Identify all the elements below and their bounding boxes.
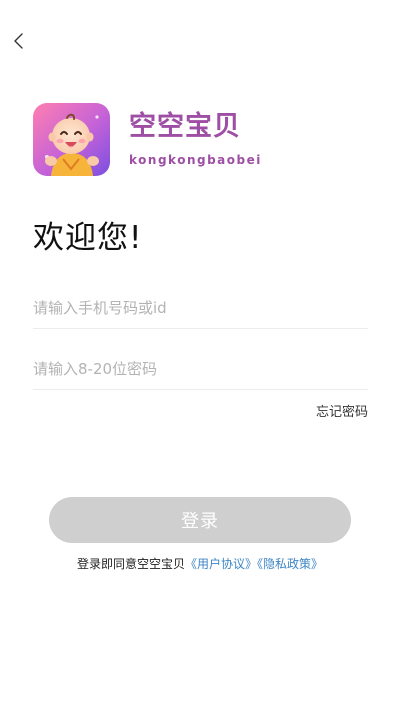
brand-pinyin: kongkongbaobei — [129, 153, 262, 167]
login-button[interactable]: 登录 — [49, 497, 351, 543]
brand-header: 空空宝贝 kongkongbaobei — [33, 102, 262, 176]
password-input[interactable] — [33, 349, 368, 389]
brand-text: 空空宝贝 kongkongbaobei — [129, 111, 262, 167]
back-button[interactable] — [8, 28, 30, 54]
brand-name: 空空宝贝 — [129, 111, 241, 142]
user-agreement-link[interactable]: 《用户协议》 — [185, 557, 257, 571]
forgot-password-link[interactable]: 忘记密码 — [316, 401, 368, 420]
privacy-policy-link[interactable]: 《隐私政策》 — [257, 557, 323, 571]
login-screen: 空空宝贝 kongkongbaobei 欢迎您! 忘记密码 登录 登录即同意空空… — [0, 0, 400, 711]
phone-field — [33, 288, 368, 329]
agreement-prefix: 登录即同意空空宝贝 — [76, 557, 185, 571]
chevron-left-icon — [14, 33, 23, 49]
password-field — [33, 349, 368, 390]
phone-input[interactable] — [33, 288, 368, 328]
agreement-text: 登录即同意空空宝贝《用户协议》《隐私政策》 — [0, 555, 400, 572]
baby-mascot-logo — [33, 102, 110, 176]
app-logo — [33, 102, 110, 176]
welcome-heading: 欢迎您! — [33, 220, 143, 256]
